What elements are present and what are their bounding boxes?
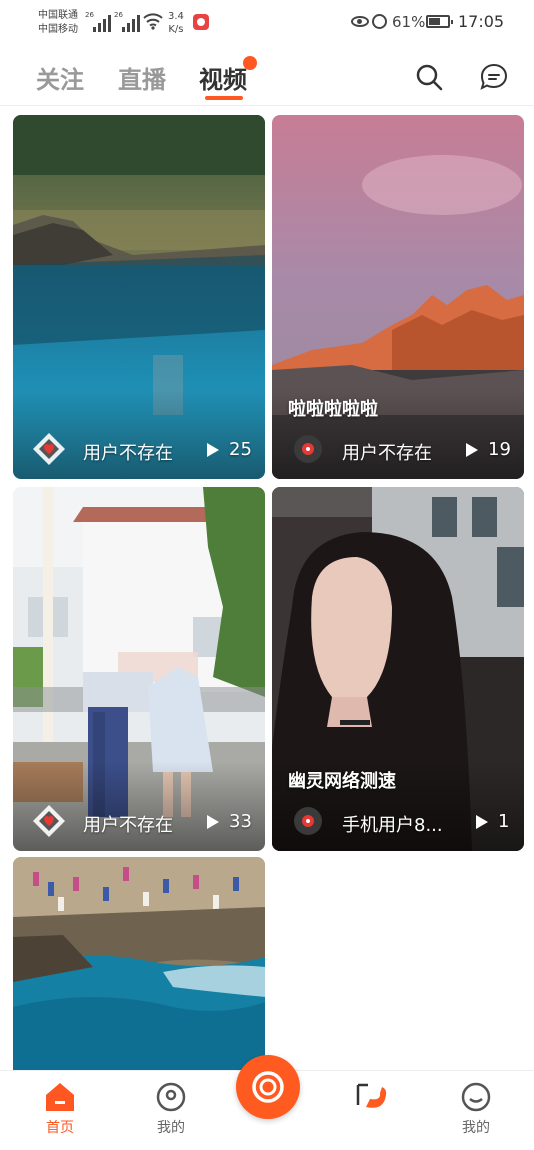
battery-percent: 61% — [392, 13, 426, 31]
play-count: 19 — [488, 439, 511, 460]
tab-follow[interactable]: 关注 — [36, 60, 84, 95]
status-bar: 中国联通 中国移动 26 26 3.4 K/s 61% 17:05 — [0, 0, 534, 46]
play-icon — [207, 815, 219, 829]
nav-wallet[interactable] — [338, 1071, 408, 1150]
alarm-icon — [372, 14, 387, 29]
video-card[interactable]: 用户不存在 25 — [13, 115, 265, 479]
diamond-avatar-icon — [33, 433, 65, 465]
battery-fill — [429, 18, 440, 25]
play-icon — [466, 443, 478, 457]
clock: 17:05 — [458, 12, 505, 31]
network-type-1: 26 — [85, 11, 94, 19]
signal-icon: 26 — [114, 11, 140, 32]
search-icon[interactable] — [414, 62, 444, 92]
active-tab-indicator — [205, 96, 243, 100]
video-thumbnail — [13, 857, 265, 1070]
diamond-avatar-icon — [33, 805, 65, 837]
card-username: 手机用户8... — [342, 815, 443, 836]
play-count: 25 — [229, 439, 252, 460]
video-card[interactable]: 用户不存在 33 — [13, 487, 265, 851]
speed-value: 3.4 — [168, 11, 184, 22]
record-button[interactable] — [236, 1055, 300, 1119]
video-card[interactable]: 幽灵网络测速 手机用户8... 1 — [272, 487, 524, 851]
network-type-2: 26 — [114, 11, 123, 19]
wifi-icon — [143, 13, 163, 30]
wallet-icon — [356, 1083, 387, 1108]
card-title: 啦啦啦啦啦 — [288, 399, 378, 420]
play-count: 33 — [229, 811, 252, 832]
card-username: 用户不存在 — [83, 815, 173, 836]
smile-icon — [461, 1082, 491, 1112]
home-icon — [46, 1083, 74, 1111]
tab-video[interactable]: 视频 — [199, 60, 247, 95]
eye-comfort-icon — [351, 16, 369, 27]
card-title: 幽灵网络测速 — [288, 771, 396, 792]
video-card[interactable] — [13, 857, 265, 1070]
message-icon[interactable] — [479, 62, 509, 92]
nav-me-label: 我的 — [462, 1120, 490, 1136]
play-icon — [207, 443, 219, 457]
speed-unit: K/s — [168, 24, 184, 35]
nav-profile-label: 我的 — [157, 1120, 185, 1136]
play-icon — [476, 815, 488, 829]
play-count: 1 — [498, 811, 510, 832]
nav-home[interactable]: 首页 — [25, 1071, 95, 1150]
tab-live[interactable]: 直播 — [118, 60, 166, 95]
video-card[interactable]: 啦啦啦啦啦 用户不存在 19 — [272, 115, 524, 479]
record-avatar-icon — [294, 435, 322, 463]
new-badge-dot — [243, 56, 257, 70]
record-avatar-icon — [294, 807, 322, 835]
network-speed: 3.4 K/s — [168, 10, 184, 36]
profile-icon — [156, 1082, 186, 1112]
carrier-1: 中国联通 — [38, 10, 78, 21]
card-username: 用户不存在 — [342, 443, 432, 464]
nav-profile[interactable]: 我的 — [136, 1071, 206, 1150]
app-notification-icon — [193, 14, 209, 30]
carrier-2: 中国移动 — [38, 24, 78, 35]
nav-me[interactable]: 我的 — [441, 1071, 511, 1150]
carrier-names: 中国联通 中国移动 — [38, 9, 78, 37]
camera-record-icon — [252, 1071, 284, 1103]
top-tab-bar: 关注 直播 视频 — [0, 46, 534, 106]
card-username: 用户不存在 — [83, 443, 173, 464]
nav-home-label: 首页 — [46, 1120, 74, 1136]
signal-icon: 26 — [85, 11, 111, 32]
battery-icon — [426, 15, 453, 28]
